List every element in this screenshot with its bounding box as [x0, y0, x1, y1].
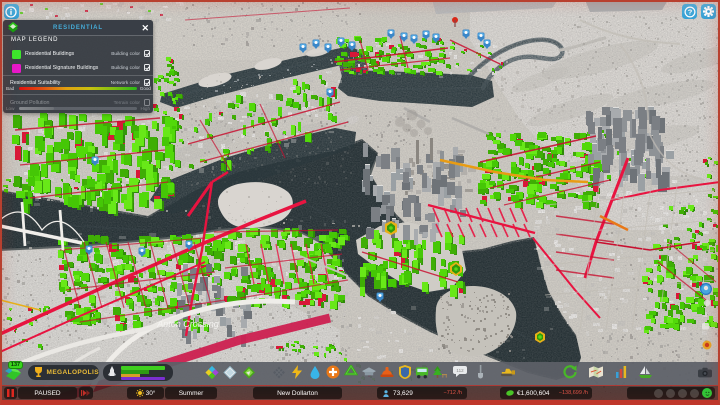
svg-text:112: 112	[456, 368, 464, 373]
svg-text:?: ?	[687, 7, 692, 16]
svg-text:Anton Crossing: Anton Crossing	[156, 319, 219, 329]
